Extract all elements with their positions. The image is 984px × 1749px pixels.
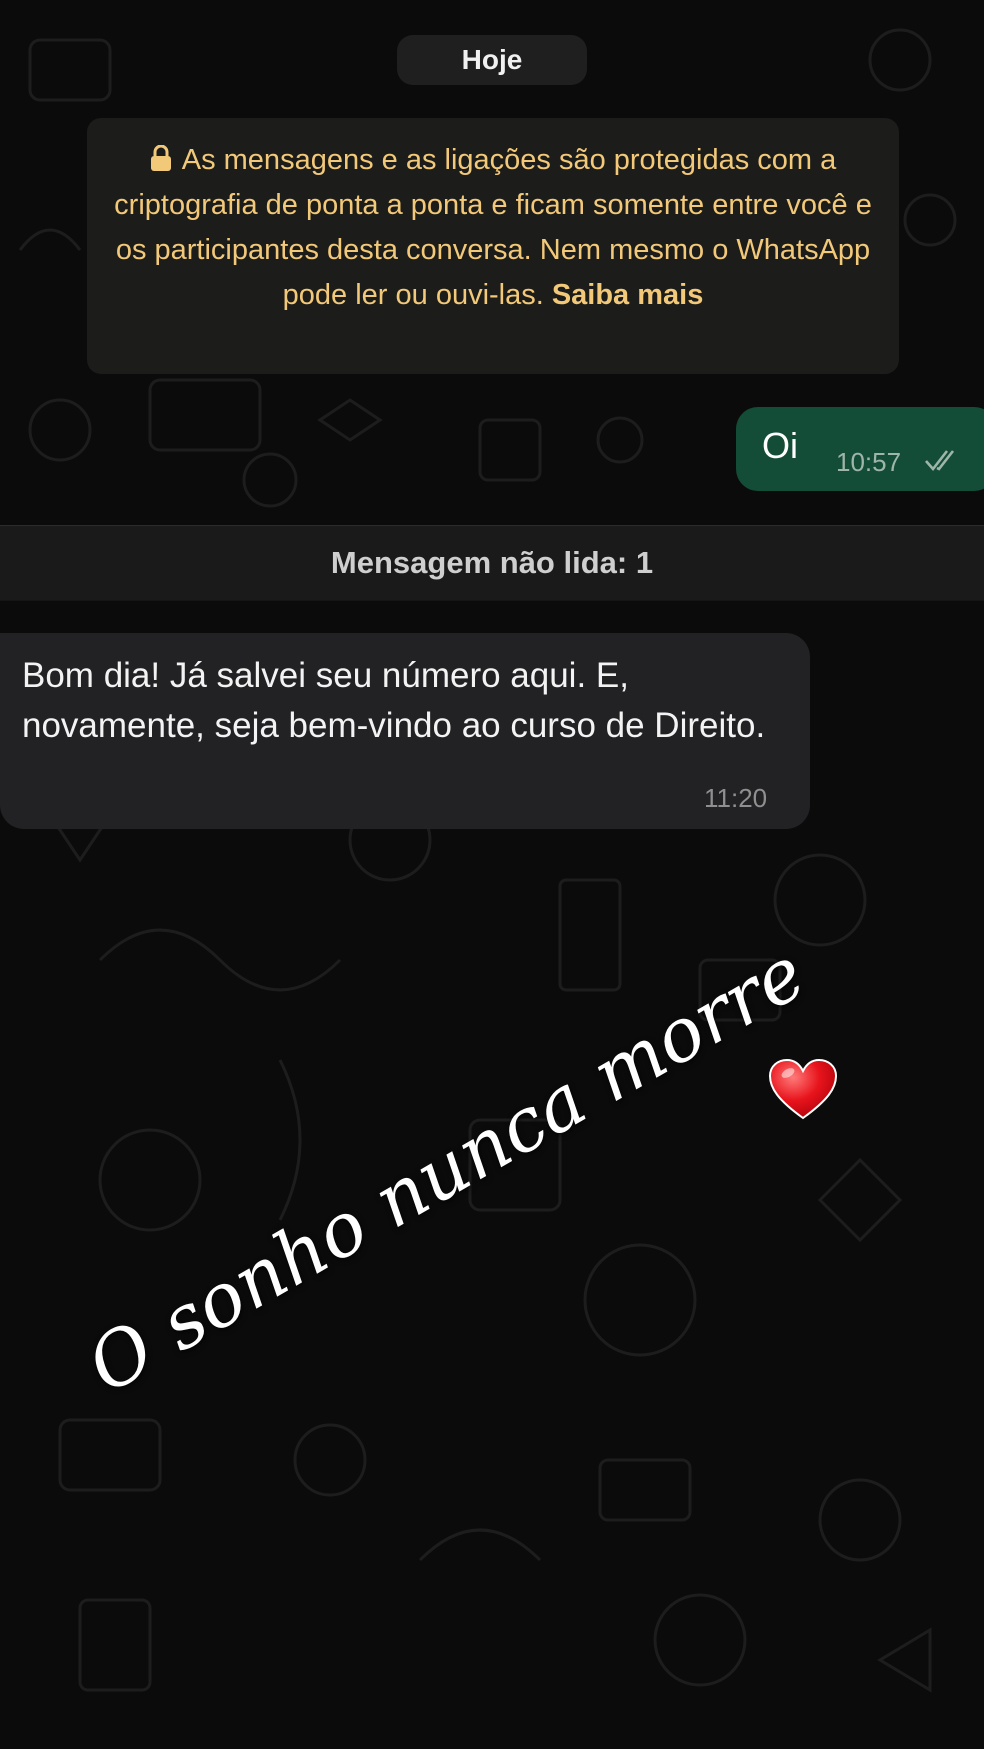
message-text: Bom dia! Já salvei seu número aqui. E, n… xyxy=(22,656,766,745)
encryption-notice-text: As mensagens e as ligações são protegida… xyxy=(114,144,872,311)
learn-more-link[interactable]: Saiba mais xyxy=(552,279,704,311)
message-time: 11:20 xyxy=(704,783,768,813)
message-time: 10:57 xyxy=(836,447,902,477)
double-check-icon xyxy=(925,450,955,472)
unread-messages-banner: Mensagem não lida: 1 xyxy=(0,525,984,601)
encryption-notice[interactable]: As mensagens e as ligações são protegida… xyxy=(87,118,899,374)
date-separator: Hoje xyxy=(397,35,587,85)
message-text: Oi xyxy=(762,425,798,466)
lock-icon xyxy=(150,145,171,171)
outgoing-message-bubble[interactable]: Oi 10:57 xyxy=(736,407,984,491)
red-heart-icon xyxy=(768,1058,838,1120)
incoming-message-bubble[interactable]: Bom dia! Já salvei seu número aqui. E, n… xyxy=(0,633,810,829)
